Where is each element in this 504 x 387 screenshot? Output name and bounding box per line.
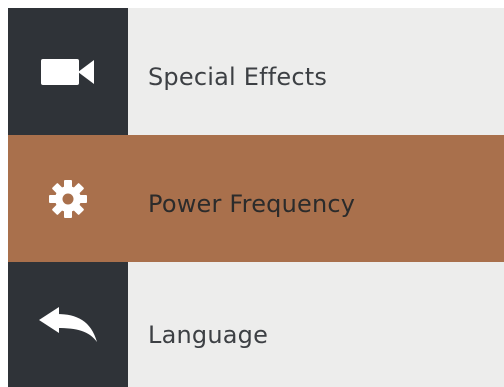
back-arrow-icon xyxy=(39,306,97,342)
video-camera-icon xyxy=(41,58,94,85)
menu-item-power-frequency[interactable]: Power Frequency xyxy=(8,135,504,262)
menu-item-special-effects[interactable]: Special Effects xyxy=(8,8,504,135)
menu-item-label: Language xyxy=(128,262,504,387)
menu-item-icon-cell xyxy=(8,262,128,387)
menu-item-label: Special Effects xyxy=(128,8,504,135)
menu-item-icon-cell xyxy=(8,135,128,262)
settings-menu: Special Effects Power Frequency Language xyxy=(8,8,504,387)
menu-item-icon-cell xyxy=(8,8,128,135)
menu-item-label: Power Frequency xyxy=(128,135,504,262)
gear-icon xyxy=(49,179,87,218)
menu-item-language[interactable]: Language xyxy=(8,262,504,387)
